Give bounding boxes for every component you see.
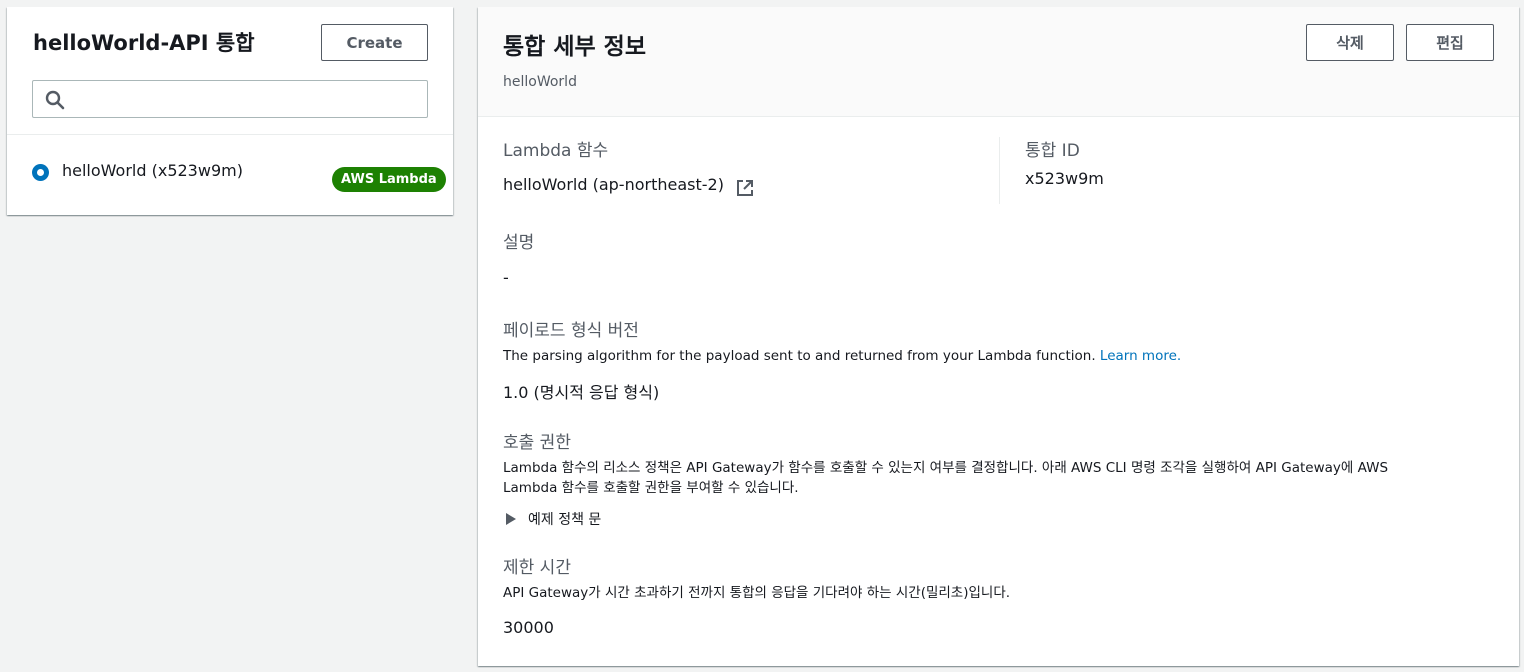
search-icon [45, 90, 65, 110]
description-value: - [503, 268, 509, 287]
details-header: 통합 세부 정보 helloWorld 삭제 편집 [478, 7, 1519, 117]
invoke-permission-description-line1: Lambda 함수의 리소스 정책은 API Gateway가 함수를 호출할 … [503, 460, 1389, 476]
integrations-title: helloWorld-API 통합 [33, 31, 255, 55]
edit-button[interactable]: 편집 [1406, 24, 1494, 61]
column-divider [999, 137, 1000, 204]
integration-id-label: 통합 ID [1025, 141, 1080, 161]
details-subtitle: helloWorld [503, 74, 577, 90]
payload-format-label: 페이로드 형식 버전 [503, 321, 639, 341]
timeout-label: 제한 시간 [503, 558, 571, 578]
description-label: 설명 [503, 233, 535, 253]
delete-button[interactable]: 삭제 [1306, 24, 1394, 61]
integration-id-value: x523w9m [1025, 169, 1104, 188]
integrations-list-panel: helloWorld-API 통합 Create helloWorld (x52… [7, 7, 453, 215]
caret-right-icon [506, 513, 516, 525]
integration-details-panel: 통합 세부 정보 helloWorld 삭제 편집 Lambda 함수 hell… [478, 7, 1519, 666]
timeout-value: 30000 [503, 618, 554, 637]
payload-format-description: The parsing algorithm for the payload se… [503, 346, 1181, 366]
invoke-permission-description-line2: Lambda 함수를 호출할 권한을 부여할 수 있습니다. [503, 480, 799, 496]
invoke-permission-label: 호출 권한 [503, 433, 571, 453]
example-policy-label: 예제 정책 문 [528, 512, 602, 528]
search-input[interactable] [75, 83, 421, 115]
integration-radio-selected[interactable] [32, 164, 49, 181]
payload-format-description-text: The parsing algorithm for the payload se… [503, 348, 1096, 364]
integration-type-badge: AWS Lambda [332, 167, 446, 192]
integration-item-label[interactable]: helloWorld (x523w9m) [62, 161, 243, 180]
create-button[interactable]: Create [321, 24, 428, 61]
example-policy-expander[interactable]: 예제 정책 문 [506, 509, 601, 529]
payload-format-value: 1.0 (명시적 응답 형식) [503, 383, 660, 402]
lambda-function-label: Lambda 함수 [503, 141, 609, 161]
learn-more-link[interactable]: Learn more. [1100, 348, 1181, 364]
divider [7, 134, 453, 135]
details-title: 통합 세부 정보 [503, 34, 646, 60]
search-box[interactable] [32, 80, 428, 118]
external-link-icon[interactable] [736, 179, 754, 197]
lambda-function-value: helloWorld (ap-northeast-2) [503, 175, 724, 194]
timeout-description: API Gateway가 시간 초과하기 전까지 통합의 응답을 기다려야 하는… [503, 585, 1011, 601]
